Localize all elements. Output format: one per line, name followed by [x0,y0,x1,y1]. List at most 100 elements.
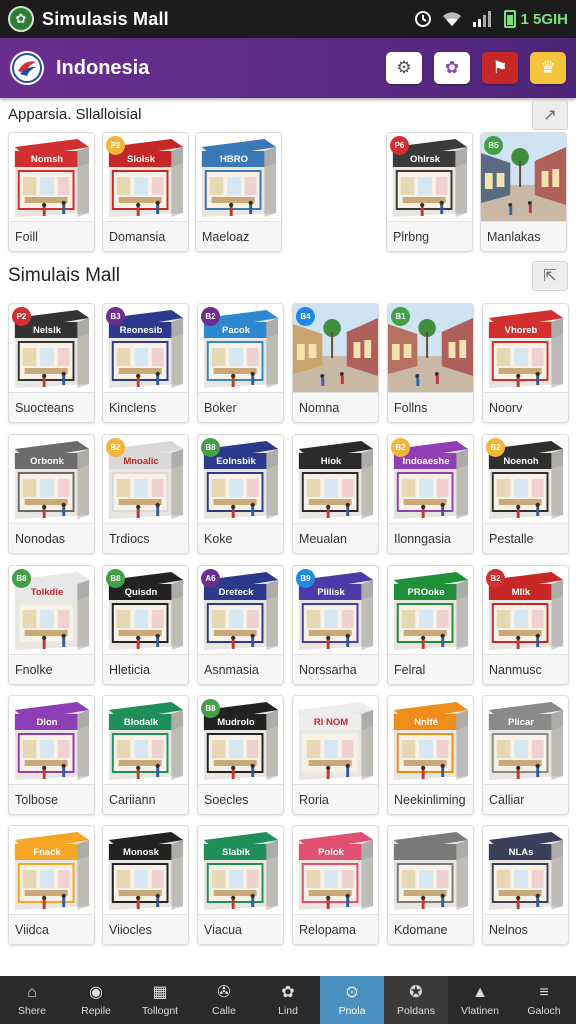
store-card[interactable]: B4 Nomna [292,303,379,423]
store-card[interactable]: Plilisk B9 Norssarha [292,565,379,685]
store-thumbnail: Nnlfé [388,696,473,784]
store-thumbnail: Mnoalic B2 [103,435,188,523]
store-card[interactable]: B5 Manlakas [480,132,567,252]
store-label: Suocteans [9,392,94,422]
store-card[interactable]: Polok Relopama [292,825,379,945]
nav-item-pnola[interactable]: ⊙ Pnola [320,976,384,1024]
store-label: Kinclens [103,392,188,422]
nav-item-lind[interactable]: ✿ Lind [256,976,320,1024]
store-label: Cariiann [103,784,188,814]
alert-button[interactable]: ⚑ [482,52,518,84]
store-card[interactable]: NLAs Nelnos [482,825,569,945]
store-label: Manlakas [481,221,566,251]
nav-item-poldans[interactable]: ✪ Poldans [384,976,448,1024]
store-thumbnail: Mlik B2 [483,566,568,654]
nav-item-repile[interactable]: ◉ Repile [64,976,128,1024]
app-logo[interactable] [10,51,44,85]
store-card[interactable]: Blodalk Cariiann [102,695,189,815]
store-label: Viacua [198,914,283,944]
store-card[interactable]: Dreteck A6 Asnmasia [197,565,284,685]
nav-item-shere[interactable]: ⌂ Shere [0,976,64,1024]
store-card[interactable]: Indoaeshe B2 Ilonngasia [387,434,474,554]
nav-icon: ▦ [152,983,168,1001]
store-badge: B8 [106,569,125,588]
mall-collapse-button[interactable]: ⇱ [532,261,568,291]
store-card[interactable]: Mudrolo B8 Soecles [197,695,284,815]
gears-button[interactable]: ⚙ [386,52,422,84]
store-label: Nomna [293,392,378,422]
store-card[interactable]: Pacok B2 Boker [197,303,284,423]
collapse-icon: ⇱ [543,268,557,285]
store-sign: HBRO [220,153,248,165]
store-card[interactable]: Fnack Viidca [8,825,95,945]
store-thumbnail [388,826,473,914]
store-label: Nelnos [483,914,568,944]
store-card[interactable]: Nelslk P2 Suocteans [8,303,95,423]
store-card[interactable]: Tolkdie B8 Fnolke [8,565,95,685]
store-card[interactable]: Slolsk P2 Domansia [102,132,189,252]
favorite-icon: ♛ [540,58,556,77]
nav-item-galoch[interactable]: ≡ Galoch [512,976,576,1024]
store-thumbnail: Ohlrsk P6 [387,133,472,221]
store-thumbnail: Blodalk [103,696,188,784]
nav-item-vlatinen[interactable]: ▲ Vlatinen [448,976,512,1024]
favorite-button[interactable]: ♛ [530,52,566,84]
store-card[interactable]: Plicar Calliar [482,695,569,815]
nav-icon: ▲ [472,983,488,1001]
store-thumbnail: Pacok B2 [198,304,283,392]
share-button[interactable]: ✿ [434,52,470,84]
store-card[interactable]: Hiok Meualan [292,434,379,554]
store-card[interactable]: Dlon Tolbose [8,695,95,815]
store-thumbnail: NLAs [483,826,568,914]
store-label: Plrbng [387,221,472,251]
store-card[interactable]: HBRO Maeloaz [195,132,282,252]
store-thumbnail: Mudrolo B8 [198,696,283,784]
arrow-icon: ↗ [543,107,557,124]
store-card[interactable]: Kdomane [387,825,474,945]
store-sign: NLAs [508,846,534,858]
store-badge: B1 [391,307,410,326]
app-icon: ✿ [8,6,34,32]
nav-icon: ✪ [409,983,423,1001]
store-card[interactable]: Ohlrsk P6 Plrbng [386,132,473,252]
store-card[interactable]: Mnoalic B2 Trdiocs [102,434,189,554]
store-card[interactable]: Slabik Viacua [197,825,284,945]
store-thumbnail: Orbonk [9,435,94,523]
store-sign: Monosk [123,846,159,858]
store-thumbnail: B4 [293,304,378,392]
store-sign: Vhoreb [504,324,538,336]
nav-label: Tollognt [141,1004,179,1017]
store-thumbnail: Noenoh B2 [483,435,568,523]
store-card[interactable]: Reonesib B3 Kinclens [102,303,189,423]
bottom-navigation: ⌂ Shere ◉ Repile ▦ Tollognt ✇ Calle ✿ Lind ⊙ Pnola ✪… [0,976,576,1024]
featured-collapse-button[interactable]: ↗ [532,100,568,130]
store-card[interactable]: PROoke Felral [387,565,474,685]
store-thumbnail: Polok [293,826,378,914]
store-badge: P2 [106,136,125,155]
gears-icon: ⚙ [396,58,412,77]
alert-icon: ⚑ [492,58,508,77]
store-thumbnail: HBRO [196,133,281,221]
store-card[interactable]: Quisdn B8 Hleticia [102,565,189,685]
store-label: Roria [293,784,378,814]
status-bar: ✿ Simulasis Mall 1 5GIH [0,0,576,38]
nav-icon: ≡ [539,983,549,1001]
store-card[interactable]: Orbonk Nonodas [8,434,95,554]
store-card[interactable]: Nnlfé Neekinliming [387,695,474,815]
nav-item-calle[interactable]: ✇ Calle [192,976,256,1024]
store-label: Kdomane [388,914,473,944]
nav-icon: ⊙ [345,983,359,1001]
store-card[interactable]: Noenoh B2 Pestalle [482,434,569,554]
nav-label: Repile [81,1004,111,1017]
store-card[interactable]: RI NOM Roria [292,695,379,815]
store-card[interactable]: B1 Follns [387,303,474,423]
store-thumbnail: Dlon [9,696,94,784]
nav-item-tollognt[interactable]: ▦ Tollognt [128,976,192,1024]
store-card[interactable]: Monosk Viiocles [102,825,189,945]
store-card[interactable]: Mlik B2 Nanmusc [482,565,569,685]
store-card[interactable]: Nomsh Foill [8,132,95,252]
store-card[interactable]: Vhoreb Noorv [482,303,569,423]
store-thumbnail: PROoke [388,566,473,654]
store-label: Noorv [483,392,568,422]
store-card[interactable]: Eolnsbik B8 Koke [197,434,284,554]
